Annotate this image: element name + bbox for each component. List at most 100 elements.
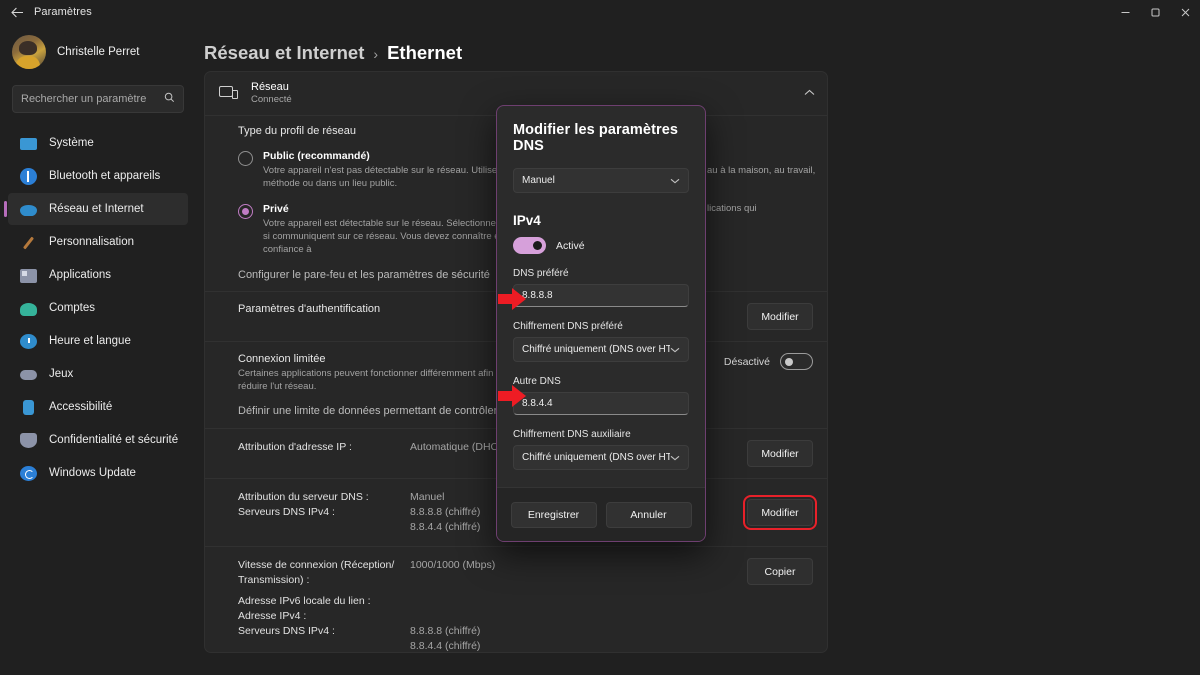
network-status: Connecté [251,94,292,105]
sidebar-item-applications[interactable]: Applications [8,259,188,291]
search-input[interactable]: Rechercher un paramètre [12,85,184,113]
metered-description: Certaines applications peuvent fonctionn… [238,368,507,392]
window-title: Paramètres [34,6,92,18]
sidebar-item-bluetooth[interactable]: Bluetooth et appareils [8,160,188,192]
search-placeholder: Rechercher un paramètre [21,93,147,105]
clock-icon [20,334,37,349]
sidebar-item-comptes[interactable]: Comptes [8,292,188,324]
row-adapter-details: Vitesse de connexion (Réception/ Transmi… [205,546,827,652]
ip-assignment-key: Attribution d'adresse IP : [238,441,352,453]
ipv4-toggle[interactable] [513,237,546,254]
sidebar-item-label: Système [49,137,94,149]
preferred-encryption-value: Chiffré uniquement (DNS over HTTPS) [522,344,670,355]
auth-modifier-button[interactable]: Modifier [747,303,813,330]
copier-button[interactable]: Copier [747,558,813,585]
sidebar-item-label: Confidentialité et sécurité [49,434,179,446]
gamepad-icon [20,366,37,383]
dns-settings-dialog: Modifier les paramètres DNS Manuel IPv4 … [496,105,706,542]
annotation-arrow-alt-encryption [498,385,528,407]
preferred-encryption-label: Chiffrement DNS préféré [513,321,623,332]
sidebar-item-label: Windows Update [49,467,136,479]
minimize-icon[interactable] [1110,0,1140,24]
radio-public-icon [238,151,253,166]
ipv4-toggle-label: Activé [556,239,585,252]
sidebar-item-personnalisation[interactable]: Personnalisation [8,226,188,258]
detail-key: Adresse IPv6 locale du lien : [238,595,371,607]
alt-dns-label: Autre DNS [513,376,561,387]
sidebar: Christelle Perret Rechercher un paramètr… [0,24,196,675]
sidebar-item-label: Applications [49,269,112,281]
sidebar-item-heure-et-langue[interactable]: Heure et langue [8,325,188,357]
dns-mode-select[interactable]: Manuel [513,168,689,193]
preferred-encryption-select[interactable]: Chiffré uniquement (DNS over HTTPS) [513,337,689,362]
sidebar-item-systeme[interactable]: Système [8,127,188,159]
chevron-up-icon[interactable] [804,88,815,99]
sidebar-item-jeux[interactable]: Jeux [8,358,188,390]
save-button[interactable]: Enregistrer [510,501,597,528]
ipv4-toggle-row: Activé [513,237,689,254]
sidebar-item-label: Réseau et Internet [49,203,144,215]
alt-encryption-select[interactable]: Chiffré uniquement (DNS over HTTPS) [513,445,689,470]
back-arrow-icon[interactable] [0,0,34,24]
detail-key: Vitesse de connexion (Réception/ Transmi… [238,559,395,586]
page-title: Ethernet [387,42,463,63]
sidebar-item-label: Heure et langue [49,335,131,347]
sidebar-item-reseau-et-internet[interactable]: Réseau et Internet [4,193,188,225]
chevron-down-icon [670,176,680,186]
detail-value [410,594,747,609]
alt-encryption-label: Chiffrement DNS auxiliaire [513,429,631,440]
apps-icon [20,267,37,284]
wifi-icon [20,201,37,218]
sidebar-item-label: Accessibilité [49,401,113,413]
dialog-title: Modifier les paramètres DNS [513,122,679,154]
detail-value: 1000/1000 (Mbps) [410,559,496,571]
window-controls [1110,0,1200,24]
cancel-button[interactable]: Annuler [605,501,692,528]
ip-modifier-button[interactable]: Modifier [747,440,813,467]
account-icon [20,300,37,317]
preferred-dns-input[interactable]: 8.8.8.8 [513,284,689,307]
close-icon[interactable] [1170,0,1200,24]
dns-modifier-button[interactable]: Modifier [743,495,817,530]
sidebar-item-label: Bluetooth et appareils [49,170,161,182]
sidebar-item-label: Comptes [49,302,96,314]
sidebar-item-accessibilite[interactable]: Accessibilité [8,391,188,423]
monitor-icon [20,135,37,152]
breadcrumb-root[interactable]: Réseau et Internet [204,42,364,64]
user-profile[interactable]: Christelle Perret [0,24,196,69]
settings-window: Paramètres Christelle Perret Rechercher … [0,0,1200,675]
network-name: Réseau [251,81,289,93]
sidebar-item-label: Jeux [49,368,74,380]
bluetooth-icon [20,167,37,185]
truncated-text-public: au à la maison, au travail, [707,165,816,176]
sidebar-item-windows-update[interactable]: Windows Update [8,457,188,489]
breadcrumb-separator: › [373,46,379,62]
search-icon [164,92,175,106]
dialog-body: Modifier les paramètres DNS Manuel IPv4 … [497,106,705,541]
truncated-text-prive: lications qui [707,203,757,214]
avatar [12,35,46,69]
chevron-down-icon [670,453,680,463]
metered-toggle[interactable] [780,353,813,370]
nav-list: Système Bluetooth et appareils Réseau et… [0,127,196,489]
sidebar-item-confidentialite[interactable]: Confidentialité et sécurité [8,424,188,456]
detail-key: Serveurs DNS IPv4 : [238,625,335,637]
radio-prive-icon [238,204,253,219]
brush-icon [20,234,37,251]
restore-icon[interactable] [1140,0,1170,24]
dialog-footer: Enregistrer Annuler [497,487,705,541]
ipv4-heading: IPv4 [513,213,541,228]
preferred-dns-label: DNS préféré [513,268,569,279]
accessibility-icon [20,399,37,416]
update-icon [20,466,37,481]
annotation-arrow-preferred-encryption [498,288,528,310]
detail-value [410,609,747,624]
ethernet-icon [219,84,238,103]
dns-mode-value: Manuel [522,175,555,186]
dns-assignment-key: Attribution du serveur DNS : [238,491,369,503]
shield-icon [20,432,37,449]
breadcrumb: Réseau et Internet › Ethernet [196,24,1200,64]
alt-encryption-value: Chiffré uniquement (DNS over HTTPS) [522,452,670,463]
alt-dns-input[interactable]: 8.8.4.4 [513,392,689,415]
title-bar: Paramètres [0,0,1200,24]
